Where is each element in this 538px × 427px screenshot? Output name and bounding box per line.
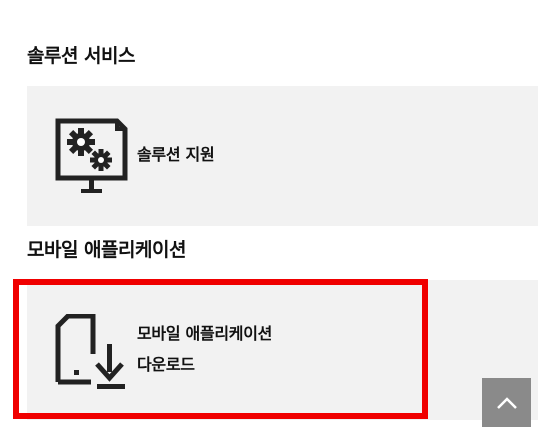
scroll-top-button[interactable] [482, 378, 531, 427]
mobile-app-download-label: 모바일 애플리케이션 다운로드 [137, 318, 272, 380]
chevron-up-icon [496, 396, 517, 409]
mobile-download-icon [55, 314, 125, 389]
section-title-mobile: 모바일 애플리케이션 [27, 239, 186, 261]
mobile-app-label-line2: 다운로드 [137, 355, 195, 374]
solution-support-label-text: 솔루션 지원 [137, 145, 215, 164]
solution-support-card[interactable]: 솔루션 지원 [27, 86, 538, 226]
section-title-solution: 솔루션 서비스 [27, 45, 136, 67]
mobile-app-label-line1: 모바일 애플리케이션 [137, 324, 273, 343]
mobile-app-download-card[interactable]: 모바일 애플리케이션 다운로드 [27, 280, 538, 420]
solution-support-label: 솔루션 지원 [137, 139, 215, 170]
page: 솔루션 서비스 솔루션 지원 모바일 애플리케이션 모바일 애플리케이션 다운로… [0, 0, 538, 427]
monitor-gears-icon [55, 118, 128, 193]
